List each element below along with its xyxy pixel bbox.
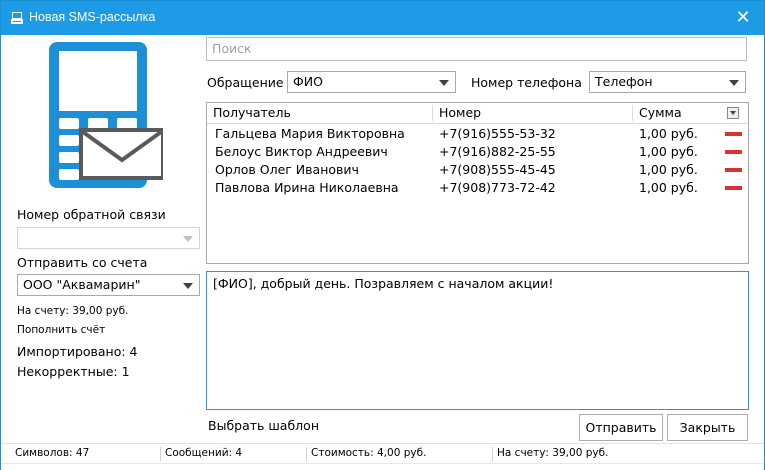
title-bar: Новая SMS-рассылка ✕: [1, 1, 764, 35]
account-select-value: ООО "Аквамарин": [23, 277, 141, 292]
sms-campaign-window: Новая SMS-рассылка ✕ Номер обратной связ…: [0, 0, 765, 470]
table-row[interactable]: Павлова Ирина Николаевна +7(908)773-72-4…: [207, 179, 748, 197]
window-bottom-edge: [1, 463, 764, 470]
remove-recipient-icon[interactable]: [725, 168, 742, 172]
column-header-number[interactable]: Номер: [433, 103, 632, 123]
window-title: Новая SMS-рассылка: [29, 10, 156, 24]
recipient-phone: +7(916)555-53-32: [439, 126, 556, 141]
status-messages: Сообщений: 4: [165, 447, 243, 459]
status-chars: Символов: 47: [15, 447, 90, 459]
recipient-name: Павлова Ирина Николаевна: [215, 180, 399, 195]
callback-number-label: Номер обратной связи: [17, 207, 166, 222]
appeal-label: Обращение: [207, 75, 284, 90]
column-header-recipient[interactable]: Получатель: [207, 103, 432, 123]
recipient-phone: +7(916)882-25-55: [439, 144, 556, 159]
recipient-name: Белоус Виктор Андреевич: [215, 144, 388, 159]
remove-recipient-icon[interactable]: [725, 132, 742, 136]
account-balance: На счету: 39,00 руб.: [17, 305, 129, 317]
phone-number-label: Номер телефона: [471, 75, 582, 90]
recipient-phone: +7(908)773-72-42: [439, 180, 556, 195]
close-icon[interactable]: ✕: [732, 7, 754, 29]
recipient-sum: 1,00 руб.: [639, 126, 698, 141]
callback-number-select[interactable]: [17, 227, 200, 249]
recipient-name: Орлов Олег Иванович: [215, 162, 359, 177]
send-from-account-label: Отправить со счета: [17, 255, 148, 270]
app-icon: [11, 12, 23, 24]
appeal-select[interactable]: ФИО: [287, 71, 456, 93]
recipient-name: Гальцева Мария Викторовна: [215, 126, 405, 141]
table-row[interactable]: Белоус Виктор Андреевич +7(916)882-25-55…: [207, 143, 748, 161]
recipients-grid: Получатель Номер Сумма Гальцева Мария Ви…: [206, 102, 749, 264]
status-cost: Стоимость: 4,00 руб.: [311, 447, 427, 459]
imported-count: Импортировано: 4: [17, 344, 138, 359]
account-select[interactable]: ООО "Аквамарин": [17, 274, 200, 296]
column-header-sum[interactable]: Сумма: [633, 103, 723, 123]
appeal-select-value: ФИО: [293, 74, 323, 89]
phone-envelope-icon: [49, 42, 163, 188]
recipient-sum: 1,00 руб.: [639, 162, 698, 177]
status-balance: На счету: 39,00 руб.: [497, 447, 609, 459]
message-textarea[interactable]: [ФИО], добрый день. Позравляем с началом…: [206, 271, 749, 410]
close-button[interactable]: Закрыть: [667, 414, 748, 441]
status-divider: [160, 447, 161, 461]
table-row[interactable]: Орлов Олег Иванович +7(908)555-45-45 1,0…: [207, 161, 748, 179]
recipient-phone: +7(908)555-45-45: [439, 162, 556, 177]
send-button[interactable]: Отправить: [579, 414, 663, 441]
invalid-count: Некорректные: 1: [17, 364, 130, 379]
column-chooser-icon[interactable]: [727, 107, 739, 119]
chevron-down-icon: [183, 236, 193, 242]
chevron-down-icon: [183, 283, 193, 289]
chevron-down-icon: [439, 80, 449, 86]
status-divider: [492, 447, 493, 461]
search-input[interactable]: Поиск: [206, 37, 747, 61]
recipient-sum: 1,00 руб.: [639, 144, 698, 159]
recipient-sum: 1,00 руб.: [639, 180, 698, 195]
status-divider: [306, 447, 307, 461]
grid-header: Получатель Номер Сумма: [207, 103, 748, 124]
remove-recipient-icon[interactable]: [725, 186, 742, 190]
status-bar: Символов: 47 Сообщений: 4 Стоимость: 4,0…: [1, 443, 764, 464]
top-up-link[interactable]: Пополнить счёт: [17, 324, 105, 336]
phone-number-select[interactable]: Телефон: [589, 71, 746, 93]
remove-recipient-icon[interactable]: [725, 150, 742, 154]
chevron-down-icon: [729, 80, 739, 86]
table-row[interactable]: Гальцева Мария Викторовна +7(916)555-53-…: [207, 125, 748, 143]
choose-template-link[interactable]: Выбрать шаблон: [208, 418, 319, 433]
phone-number-select-value: Телефон: [595, 74, 653, 89]
